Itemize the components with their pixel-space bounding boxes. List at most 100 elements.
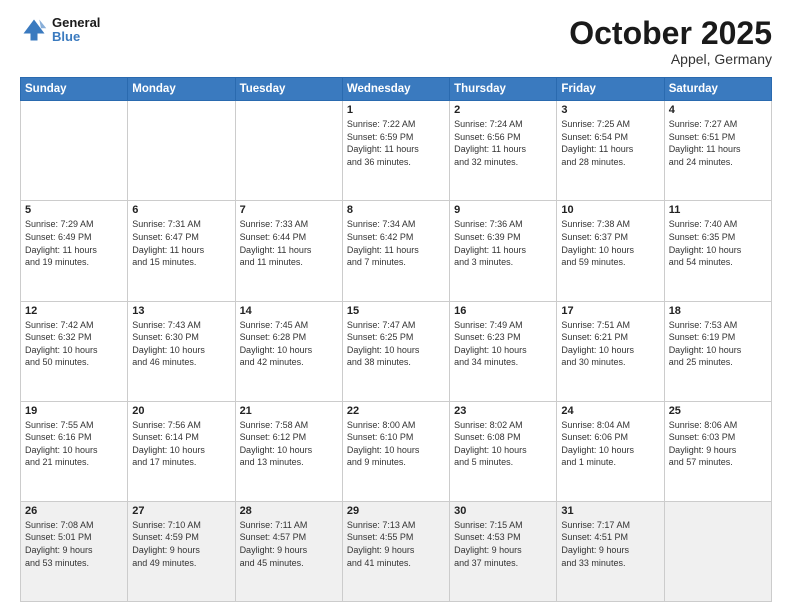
table-row: 3 Sunrise: 7:25 AM Sunset: 6:54 PM Daylig… <box>557 101 664 201</box>
header-tuesday: Tuesday <box>235 78 342 101</box>
day-info: Sunrise: 8:06 AM Sunset: 6:03 PM Dayligh… <box>669 419 767 469</box>
calendar-week-row: 1 Sunrise: 7:22 AM Sunset: 6:59 PM Daylig… <box>21 101 772 201</box>
table-row <box>235 101 342 201</box>
day-number: 28 <box>240 505 338 517</box>
day-info: Sunrise: 7:55 AM Sunset: 6:16 PM Dayligh… <box>25 419 123 469</box>
calendar-week-row: 26 Sunrise: 7:08 AM Sunset: 5:01 PM Dayli… <box>21 501 772 601</box>
day-info: Sunrise: 7:51 AM Sunset: 6:21 PM Dayligh… <box>561 319 659 369</box>
table-row <box>664 501 771 601</box>
table-row: 29 Sunrise: 7:13 AM Sunset: 4:55 PM Dayli… <box>342 501 449 601</box>
table-row: 5Sunrise: 7:29 AM Sunset: 6:49 PM Daylig… <box>21 201 128 301</box>
table-row: 2 Sunrise: 7:24 AM Sunset: 6:56 PM Daylig… <box>450 101 557 201</box>
calendar-week-row: 12 Sunrise: 7:42 AM Sunset: 6:32 PM Dayli… <box>21 301 772 401</box>
day-info: Sunrise: 7:42 AM Sunset: 6:32 PM Dayligh… <box>25 319 123 369</box>
day-info: Sunrise: 7:13 AM Sunset: 4:55 PM Dayligh… <box>347 519 445 569</box>
day-info: Sunrise: 7:58 AM Sunset: 6:12 PM Dayligh… <box>240 419 338 469</box>
table-row: 10 Sunrise: 7:38 AM Sunset: 6:37 PM Dayli… <box>557 201 664 301</box>
table-row: 4Sunrise: 7:27 AM Sunset: 6:51 PM Daylig… <box>664 101 771 201</box>
table-row: 26 Sunrise: 7:08 AM Sunset: 5:01 PM Dayli… <box>21 501 128 601</box>
day-number: 22 <box>347 405 445 417</box>
logo-line2: Blue <box>52 30 100 44</box>
table-row: 11Sunrise: 7:40 AM Sunset: 6:35 PM Dayli… <box>664 201 771 301</box>
table-row: 8Sunrise: 7:34 AM Sunset: 6:42 PM Daylig… <box>342 201 449 301</box>
table-row: 7Sunrise: 7:33 AM Sunset: 6:44 PM Daylig… <box>235 201 342 301</box>
header-monday: Monday <box>128 78 235 101</box>
table-row <box>128 101 235 201</box>
day-info: Sunrise: 7:29 AM Sunset: 6:49 PM Dayligh… <box>25 218 123 268</box>
day-number: 17 <box>561 305 659 317</box>
table-row: 20Sunrise: 7:56 AM Sunset: 6:14 PM Dayli… <box>128 401 235 501</box>
header-friday: Friday <box>557 78 664 101</box>
table-row: 22 Sunrise: 8:00 AM Sunset: 6:10 PM Dayli… <box>342 401 449 501</box>
day-number: 12 <box>25 305 123 317</box>
day-info: Sunrise: 7:53 AM Sunset: 6:19 PM Dayligh… <box>669 319 767 369</box>
day-number: 2 <box>454 104 552 116</box>
day-info: Sunrise: 7:15 AM Sunset: 4:53 PM Dayligh… <box>454 519 552 569</box>
day-number: 9 <box>454 204 552 216</box>
header-sunday: Sunday <box>21 78 128 101</box>
day-info: Sunrise: 7:38 AM Sunset: 6:37 PM Dayligh… <box>561 218 659 268</box>
day-number: 23 <box>454 405 552 417</box>
table-row <box>21 101 128 201</box>
table-row: 27Sunrise: 7:10 AM Sunset: 4:59 PM Dayli… <box>128 501 235 601</box>
table-row: 15Sunrise: 7:47 AM Sunset: 6:25 PM Dayli… <box>342 301 449 401</box>
table-row: 25 Sunrise: 8:06 AM Sunset: 6:03 PM Dayli… <box>664 401 771 501</box>
day-info: Sunrise: 7:17 AM Sunset: 4:51 PM Dayligh… <box>561 519 659 569</box>
day-number: 19 <box>25 405 123 417</box>
day-info: Sunrise: 7:34 AM Sunset: 6:42 PM Dayligh… <box>347 218 445 268</box>
logo-line1: General <box>52 16 100 30</box>
table-row: 16Sunrise: 7:49 AM Sunset: 6:23 PM Dayli… <box>450 301 557 401</box>
table-row: 18 Sunrise: 7:53 AM Sunset: 6:19 PM Dayli… <box>664 301 771 401</box>
day-number: 18 <box>669 305 767 317</box>
day-number: 26 <box>25 505 123 517</box>
table-row: 24Sunrise: 8:04 AM Sunset: 6:06 PM Dayli… <box>557 401 664 501</box>
day-number: 1 <box>347 104 445 116</box>
header: General Blue October 2025 Appel, Germany <box>20 16 772 67</box>
title-block: October 2025 Appel, Germany <box>569 16 772 67</box>
day-info: Sunrise: 7:22 AM Sunset: 6:59 PM Dayligh… <box>347 118 445 168</box>
table-row: 6 Sunrise: 7:31 AM Sunset: 6:47 PM Daylig… <box>128 201 235 301</box>
day-number: 20 <box>132 405 230 417</box>
table-row: 9 Sunrise: 7:36 AM Sunset: 6:39 PM Daylig… <box>450 201 557 301</box>
table-row: 21 Sunrise: 7:58 AM Sunset: 6:12 PM Dayli… <box>235 401 342 501</box>
day-number: 21 <box>240 405 338 417</box>
day-info: Sunrise: 7:10 AM Sunset: 4:59 PM Dayligh… <box>132 519 230 569</box>
day-info: Sunrise: 7:27 AM Sunset: 6:51 PM Dayligh… <box>669 118 767 168</box>
calendar-week-row: 5Sunrise: 7:29 AM Sunset: 6:49 PM Daylig… <box>21 201 772 301</box>
day-number: 29 <box>347 505 445 517</box>
calendar-title: October 2025 <box>569 16 772 51</box>
day-number: 31 <box>561 505 659 517</box>
table-row: 30Sunrise: 7:15 AM Sunset: 4:53 PM Dayli… <box>450 501 557 601</box>
day-info: Sunrise: 7:25 AM Sunset: 6:54 PM Dayligh… <box>561 118 659 168</box>
day-info: Sunrise: 7:24 AM Sunset: 6:56 PM Dayligh… <box>454 118 552 168</box>
header-saturday: Saturday <box>664 78 771 101</box>
header-thursday: Thursday <box>450 78 557 101</box>
day-info: Sunrise: 8:00 AM Sunset: 6:10 PM Dayligh… <box>347 419 445 469</box>
table-row: 23 Sunrise: 8:02 AM Sunset: 6:08 PM Dayli… <box>450 401 557 501</box>
day-number: 13 <box>132 305 230 317</box>
day-info: Sunrise: 7:45 AM Sunset: 6:28 PM Dayligh… <box>240 319 338 369</box>
calendar-subtitle: Appel, Germany <box>569 51 772 67</box>
table-row: 12 Sunrise: 7:42 AM Sunset: 6:32 PM Dayli… <box>21 301 128 401</box>
day-number: 25 <box>669 405 767 417</box>
day-number: 11 <box>669 204 767 216</box>
day-info: Sunrise: 7:08 AM Sunset: 5:01 PM Dayligh… <box>25 519 123 569</box>
day-info: Sunrise: 7:49 AM Sunset: 6:23 PM Dayligh… <box>454 319 552 369</box>
day-info: Sunrise: 7:36 AM Sunset: 6:39 PM Dayligh… <box>454 218 552 268</box>
header-wednesday: Wednesday <box>342 78 449 101</box>
day-info: Sunrise: 8:04 AM Sunset: 6:06 PM Dayligh… <box>561 419 659 469</box>
day-info: Sunrise: 8:02 AM Sunset: 6:08 PM Dayligh… <box>454 419 552 469</box>
table-row: 28Sunrise: 7:11 AM Sunset: 4:57 PM Dayli… <box>235 501 342 601</box>
page: General Blue October 2025 Appel, Germany… <box>0 0 792 612</box>
table-row: 31 Sunrise: 7:17 AM Sunset: 4:51 PM Dayli… <box>557 501 664 601</box>
logo: General Blue <box>20 16 100 45</box>
calendar-week-row: 19 Sunrise: 7:55 AM Sunset: 6:16 PM Dayli… <box>21 401 772 501</box>
day-number: 6 <box>132 204 230 216</box>
table-row: 14Sunrise: 7:45 AM Sunset: 6:28 PM Dayli… <box>235 301 342 401</box>
day-number: 7 <box>240 204 338 216</box>
table-row: 17 Sunrise: 7:51 AM Sunset: 6:21 PM Dayli… <box>557 301 664 401</box>
day-info: Sunrise: 7:43 AM Sunset: 6:30 PM Dayligh… <box>132 319 230 369</box>
day-info: Sunrise: 7:31 AM Sunset: 6:47 PM Dayligh… <box>132 218 230 268</box>
day-number: 3 <box>561 104 659 116</box>
day-number: 10 <box>561 204 659 216</box>
